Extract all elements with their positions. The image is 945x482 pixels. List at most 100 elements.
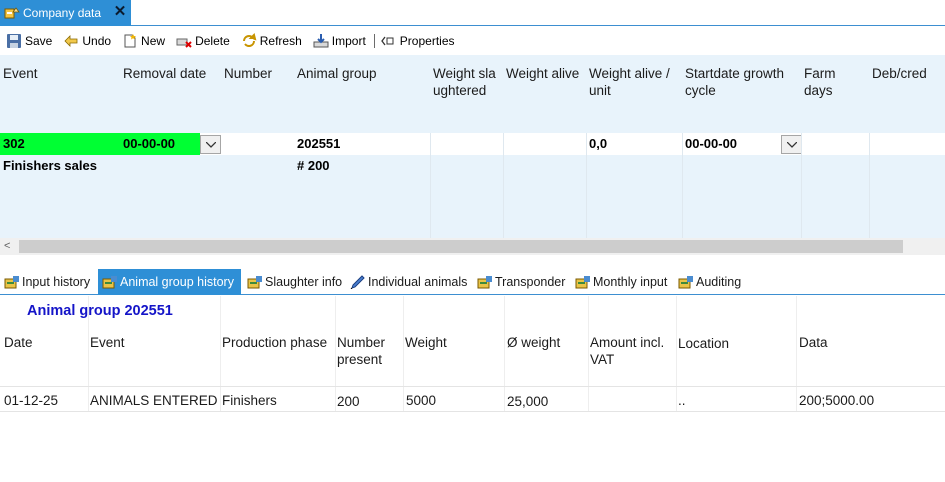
startdate-dropdown[interactable] [781,135,802,154]
location-cell: .. [678,393,686,408]
document-tabbar: Company data ✕ [0,0,945,26]
tab-label: Individual animals [368,275,468,289]
history-icon [575,276,590,289]
animal-group-history-panel: Animal group 202551 Date Event Productio… [0,296,945,482]
tab-transponder[interactable]: Transponder [473,269,571,295]
undo-button[interactable]: Undo [63,30,111,52]
col-header-production-phase[interactable]: Production phase [222,334,327,351]
animal-group-cell[interactable]: 202551 [294,133,430,155]
import-icon [313,33,329,47]
col-header-number[interactable]: Number [221,55,294,133]
col-header-animal-group[interactable]: Animal group [294,55,430,133]
properties-icon [380,36,394,45]
row-separator [0,386,945,387]
phase-cell: Finishers [222,393,277,408]
undo-label: Undo [82,33,112,48]
divider [430,133,431,238]
scroll-left-arrow[interactable]: < [4,240,10,252]
chevron-down-icon [206,142,216,148]
divider [335,296,336,411]
new-label: New [141,33,166,48]
toolbar: Save Undo New Delete Refresh Import Prop… [0,27,945,54]
col-header-number-present[interactable]: Number present [337,334,401,368]
weight-slaughtered-cell[interactable] [430,133,503,155]
refresh-button[interactable]: Refresh [241,30,302,52]
col-header-event[interactable]: Event [90,334,125,351]
table-row[interactable]: 302 00-00-00 202551 0,0 00-00-00 [0,133,945,155]
tab-input-history[interactable]: Input history [0,269,96,295]
summary-group-total: # 200 [297,158,330,173]
divider [676,296,677,411]
history-icon [477,276,492,289]
chevron-down-icon [787,142,797,148]
import-button[interactable]: Import [313,30,366,52]
col-header-event[interactable]: Event [0,55,120,133]
col-header-data[interactable]: Data [799,334,828,351]
event-cell: ANIMALS ENTERED [90,393,218,408]
col-header-date[interactable]: Date [4,334,33,351]
save-icon [7,33,21,48]
undo-icon [64,34,78,47]
properties-label: Properties [399,33,455,48]
tab-auditing[interactable]: Auditing [674,269,746,295]
refresh-label: Refresh [259,33,302,48]
debcred-cell[interactable] [869,133,945,155]
tab-individual-animals[interactable]: Individual animals [346,269,472,295]
properties-button[interactable]: Properties [380,30,455,52]
tab-animal-group-history[interactable]: Animal group history [98,269,241,295]
horizontal-scrollbar[interactable]: < [0,238,945,255]
tab-label: Input history [22,275,91,289]
col-header-weight-alive-unit[interactable]: Weight alive / unit [586,55,682,133]
farm-days-cell[interactable] [801,133,869,155]
tab-slaughter-info[interactable]: Slaughter info [243,269,345,295]
weight-alive-unit-cell[interactable]: 0,0 [586,133,682,155]
col-header-debcred[interactable]: Deb/cred [869,55,945,133]
col-header-weight[interactable]: Weight [405,334,447,351]
summary-row: Finishers sales # 200 [0,155,945,177]
delete-button[interactable]: Delete [176,30,230,52]
col-header-location[interactable]: Location [678,335,729,352]
data-cell: 200;5000.00 [799,393,875,408]
col-header-weight-alive[interactable]: Weight alive [503,55,586,133]
col-header-weight-slaughtered[interactable]: Weight slaughtered [430,55,503,133]
history-icon [102,276,117,289]
toolbar-separator [373,33,375,48]
new-button[interactable]: New [122,30,165,52]
save-button[interactable]: Save [6,30,52,52]
history-icon [4,276,19,289]
col-header-removal-date[interactable]: Removal date [120,55,221,133]
col-header-startdate-growth-cycle[interactable]: Startdate growth cycle [682,55,801,133]
divider [869,133,870,238]
close-icon[interactable]: ✕ [113,4,127,20]
divider [220,296,221,411]
row-separator [0,411,945,412]
new-document-icon [124,33,137,47]
scroll-thumb[interactable] [19,240,903,253]
divider [682,133,683,238]
removal-date-cell[interactable]: 00-00-00 [120,133,200,155]
divider [588,296,589,411]
tab-company-data[interactable]: Company data ✕ [0,0,131,26]
startdate-cell[interactable]: 00-00-00 [682,133,778,155]
number-cell[interactable] [221,133,294,155]
weight-alive-cell[interactable] [503,133,586,155]
pen-icon [350,275,365,289]
divider [801,133,802,238]
divider [504,296,505,411]
divider [586,133,587,238]
tab-label: Monthly input [593,275,668,289]
weight-cell: 5000 [406,393,437,408]
col-header-farm-days[interactable]: Farm days [801,55,869,133]
tab-monthly-input[interactable]: Monthly input [571,269,674,295]
col-header-avg-weight[interactable]: Ø weight [507,334,560,351]
delete-label: Delete [195,33,230,48]
divider [503,133,504,238]
date-cell: 01-12-25 [4,393,59,408]
removal-date-dropdown[interactable] [200,135,221,154]
summary-label: Finishers sales [3,158,97,173]
company-data-icon [4,7,20,19]
event-cell[interactable]: 302 [0,133,120,155]
removal-grid: Event Removal date Number Animal group W… [0,55,945,238]
divider [88,296,89,411]
col-header-amount-incl-vat[interactable]: Amount incl. VAT [590,334,674,368]
